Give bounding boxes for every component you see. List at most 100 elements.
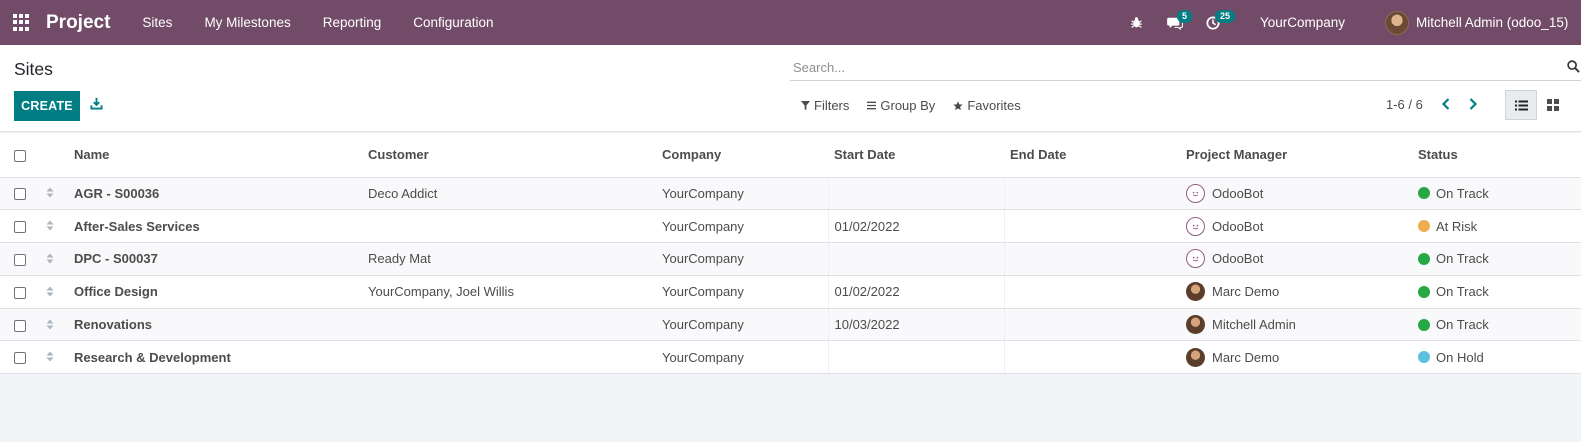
column-header-end-date[interactable]: End Date bbox=[1004, 133, 1180, 178]
menu-configuration[interactable]: Configuration bbox=[397, 0, 509, 45]
cell-project-manager[interactable]: OdooBot bbox=[1180, 242, 1412, 276]
menu-reporting[interactable]: Reporting bbox=[307, 0, 398, 45]
app-name[interactable]: Project bbox=[46, 12, 110, 34]
cell-end-date[interactable] bbox=[1004, 275, 1180, 309]
cell-company[interactable]: YourCompany bbox=[656, 308, 829, 342]
list-view-icon[interactable] bbox=[1505, 90, 1537, 120]
column-header-customer[interactable]: Customer bbox=[362, 133, 656, 178]
pager-value[interactable]: 1-6 / 6 bbox=[1386, 97, 1423, 112]
cell-company[interactable]: YourCompany bbox=[656, 242, 829, 276]
pager-next-chevron-right-icon[interactable] bbox=[1467, 97, 1481, 113]
status-label: On Track bbox=[1436, 284, 1489, 300]
row-checkbox[interactable] bbox=[14, 286, 26, 299]
cell-status[interactable]: On Track bbox=[1412, 242, 1581, 276]
cell-customer[interactable] bbox=[362, 340, 656, 375]
view-switcher bbox=[1505, 90, 1569, 120]
column-header-name[interactable]: Name bbox=[68, 133, 362, 178]
column-header-status[interactable]: Status bbox=[1412, 133, 1581, 178]
manager-photo-avatar bbox=[1186, 347, 1205, 367]
search-input[interactable] bbox=[790, 55, 1530, 79]
column-header-start-date[interactable]: Start Date bbox=[828, 133, 1004, 178]
cell-project-manager[interactable]: Marc Demo bbox=[1180, 340, 1412, 375]
cell-project-manager[interactable]: Marc Demo bbox=[1180, 275, 1412, 309]
cell-start-date[interactable] bbox=[828, 242, 1005, 276]
drag-handle-icon[interactable] bbox=[46, 350, 54, 365]
manager-photo-avatar bbox=[1186, 315, 1205, 335]
select-all-checkbox[interactable] bbox=[14, 149, 26, 162]
table-row[interactable]: Renovations YourCompany 10/03/2022 Mitchell… bbox=[0, 308, 1581, 342]
cell-company[interactable]: YourCompany bbox=[656, 340, 829, 375]
status-dot-icon bbox=[1418, 220, 1430, 233]
cell-end-date[interactable] bbox=[1004, 340, 1180, 375]
cell-company[interactable]: YourCompany bbox=[656, 177, 829, 211]
table-row[interactable]: Office Design YourCompany, Joel Willis You… bbox=[0, 275, 1581, 309]
table-row[interactable]: AGR - S00036 Deco Addict YourCompany OdooBo… bbox=[0, 177, 1581, 211]
cell-name[interactable]: Office Design bbox=[68, 275, 362, 309]
cell-start-date[interactable]: 01/02/2022 bbox=[828, 275, 1005, 309]
cell-end-date[interactable] bbox=[1004, 177, 1180, 211]
cell-company[interactable]: YourCompany bbox=[656, 209, 829, 244]
cell-name[interactable]: DPC - S00037 bbox=[68, 242, 362, 276]
row-checkbox[interactable] bbox=[14, 188, 26, 201]
filters-dropdown[interactable]: Filters bbox=[801, 98, 849, 113]
user-avatar[interactable] bbox=[1385, 10, 1409, 35]
cell-start-date[interactable]: 10/03/2022 bbox=[828, 308, 1005, 342]
row-checkbox[interactable] bbox=[14, 221, 26, 234]
column-header-project-manager[interactable]: Project Manager bbox=[1180, 133, 1412, 178]
cell-status[interactable]: On Track bbox=[1412, 177, 1581, 211]
cell-status[interactable]: On Hold bbox=[1412, 340, 1581, 375]
company-switcher[interactable]: YourCompany bbox=[1260, 15, 1345, 30]
cell-start-date[interactable] bbox=[828, 340, 1005, 375]
cell-name[interactable]: AGR - S00036 bbox=[68, 177, 362, 211]
cell-customer[interactable]: Deco Addict bbox=[362, 177, 656, 211]
favorites-label: Favorites bbox=[967, 98, 1021, 113]
cell-customer[interactable]: YourCompany, Joel Willis bbox=[362, 275, 656, 309]
cell-project-manager[interactable]: Mitchell Admin bbox=[1180, 308, 1412, 342]
column-header-company[interactable]: Company bbox=[656, 133, 828, 178]
messages-chat-icon[interactable]: 5 bbox=[1164, 0, 1192, 45]
cell-name[interactable]: Renovations bbox=[68, 308, 362, 342]
pager-previous-chevron-left-icon[interactable] bbox=[1440, 97, 1454, 113]
cell-project-manager[interactable]: OdooBot bbox=[1180, 177, 1412, 211]
drag-handle-icon[interactable] bbox=[46, 186, 54, 201]
download-icon[interactable] bbox=[90, 97, 104, 113]
table-row[interactable]: DPC - S00037 Ready Mat YourCompany OdooBot O… bbox=[0, 242, 1581, 276]
favorites-dropdown[interactable]: Favorites bbox=[953, 98, 1021, 113]
menu-my-milestones[interactable]: My Milestones bbox=[188, 0, 306, 45]
search-icon[interactable] bbox=[1567, 60, 1581, 74]
cell-name[interactable]: After-Sales Services bbox=[68, 209, 362, 244]
cell-end-date[interactable] bbox=[1004, 308, 1180, 342]
menu-sites[interactable]: Sites bbox=[126, 0, 188, 45]
cell-status[interactable]: On Track bbox=[1412, 308, 1581, 342]
cell-start-date[interactable] bbox=[828, 177, 1005, 211]
table-row[interactable]: After-Sales Services YourCompany 01/02/202… bbox=[0, 209, 1581, 244]
filters-label: Filters bbox=[814, 98, 850, 113]
cell-customer[interactable] bbox=[362, 308, 656, 342]
drag-handle-icon[interactable] bbox=[46, 219, 54, 234]
kanban-view-icon[interactable] bbox=[1537, 90, 1569, 120]
cell-status[interactable]: On Track bbox=[1412, 275, 1581, 309]
cell-end-date[interactable] bbox=[1004, 209, 1180, 244]
row-checkbox[interactable] bbox=[14, 352, 26, 365]
cell-company[interactable]: YourCompany bbox=[656, 275, 829, 309]
drag-handle-icon[interactable] bbox=[46, 318, 54, 333]
create-button[interactable]: CREATE bbox=[14, 91, 80, 121]
cell-status[interactable]: At Risk bbox=[1412, 209, 1581, 244]
user-menu[interactable]: Mitchell Admin (odoo_15) bbox=[1416, 15, 1581, 30]
drag-handle-icon[interactable] bbox=[46, 285, 54, 300]
row-checkbox[interactable] bbox=[14, 254, 26, 267]
drag-handle-icon[interactable] bbox=[46, 252, 54, 267]
activities-count-badge: 25 bbox=[1214, 10, 1235, 23]
debug-bug-icon[interactable] bbox=[1126, 0, 1148, 45]
cell-customer[interactable]: Ready Mat bbox=[362, 242, 656, 276]
cell-customer[interactable] bbox=[362, 209, 656, 244]
groupby-dropdown[interactable]: Group By bbox=[867, 98, 935, 113]
cell-start-date[interactable]: 01/02/2022 bbox=[828, 209, 1005, 244]
activities-clock-icon[interactable]: 25 bbox=[1202, 0, 1235, 45]
cell-project-manager[interactable]: OdooBot bbox=[1180, 209, 1412, 244]
table-row[interactable]: Research & Development YourCompany Marc De… bbox=[0, 340, 1581, 375]
apps-menu-icon[interactable] bbox=[13, 13, 31, 32]
cell-name[interactable]: Research & Development bbox=[68, 340, 362, 375]
row-checkbox[interactable] bbox=[14, 319, 26, 332]
cell-end-date[interactable] bbox=[1004, 242, 1180, 276]
